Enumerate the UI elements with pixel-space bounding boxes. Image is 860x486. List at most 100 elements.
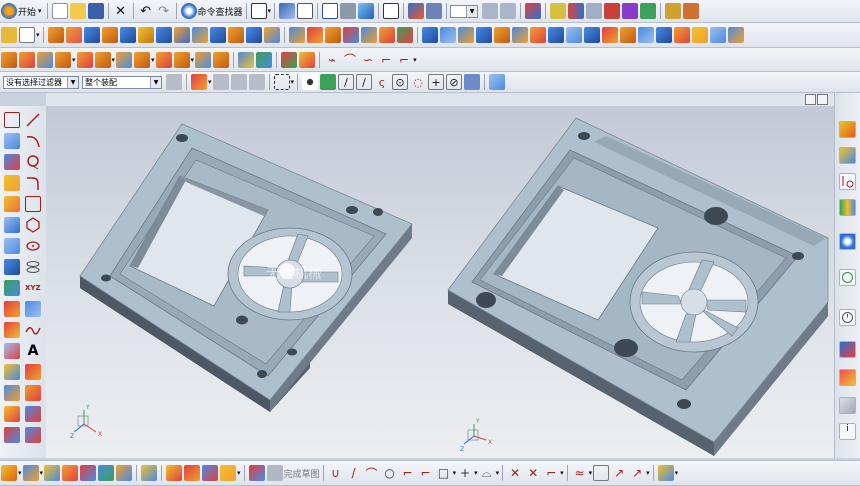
resize-face-icon[interactable] <box>619 27 636 43</box>
pocket-icon[interactable] <box>119 27 136 43</box>
sew-icon[interactable] <box>511 27 528 43</box>
bottom-tool-10-icon[interactable] <box>184 465 201 481</box>
sketch-mode-icon[interactable] <box>248 465 265 481</box>
command-finder-label[interactable]: 命令查找器 <box>198 5 243 18</box>
law-curve-icon[interactable] <box>25 301 41 317</box>
trim-body-icon[interactable] <box>421 27 438 43</box>
chevron-down-icon[interactable]: ▾ <box>453 469 457 477</box>
surface-tool-icon[interactable] <box>4 217 20 233</box>
block-icon[interactable] <box>209 27 226 43</box>
select-icon[interactable] <box>586 3 603 19</box>
delete-face-icon[interactable] <box>601 27 618 43</box>
surface-2-icon[interactable] <box>19 51 35 68</box>
snap-point-icon[interactable] <box>622 3 639 19</box>
snap-point-on-icon[interactable]: ⊘ <box>446 74 463 90</box>
bottom-tool-5-icon[interactable] <box>80 465 97 481</box>
ruled-surface-icon[interactable] <box>4 238 20 254</box>
mirror-icon[interactable] <box>378 27 395 43</box>
roles-icon[interactable] <box>839 369 856 386</box>
extend-icon[interactable] <box>4 364 20 380</box>
layer-visible-icon[interactable] <box>500 3 517 19</box>
chevron-down-icon[interactable]: ▾ <box>40 469 44 477</box>
reuse-library-icon[interactable] <box>839 199 856 216</box>
part-navigator-icon[interactable] <box>839 121 856 138</box>
layer-settings-icon[interactable] <box>482 3 499 19</box>
solid-icon[interactable] <box>709 27 726 43</box>
line-icon[interactable] <box>25 112 41 128</box>
project-icon[interactable] <box>25 364 41 380</box>
start-menu-label[interactable]: 开始 <box>18 5 36 18</box>
section-curve-icon[interactable] <box>25 385 41 401</box>
chevron-down-icon[interactable]: ▾ <box>18 469 22 477</box>
chevron-down-icon[interactable]: ▾ <box>38 7 42 15</box>
assembly-navigator-icon[interactable] <box>839 147 856 164</box>
chevron-down-icon[interactable]: ▾ <box>496 469 500 477</box>
chevron-down-icon[interactable]: ▾ <box>413 56 417 64</box>
join-curve-icon[interactable] <box>4 427 20 443</box>
bottom-tool-3-icon[interactable] <box>44 465 61 481</box>
circle-arc-icon[interactable] <box>25 154 41 170</box>
part-left[interactable]: 无忧机械 <box>79 123 413 412</box>
chevron-down-icon[interactable]: ▾ <box>112 56 116 64</box>
wcs-icon[interactable] <box>525 3 542 19</box>
snap-all-icon[interactable] <box>302 74 319 90</box>
edit-icon[interactable] <box>279 3 296 19</box>
general-select-icon[interactable] <box>191 74 207 90</box>
snap-curve-icon[interactable]: ς <box>374 74 390 90</box>
section-view-icon[interactable] <box>408 3 425 19</box>
line-tool-icon[interactable]: ⌁ <box>324 52 340 68</box>
ruler-icon[interactable] <box>665 3 682 19</box>
offset-icon[interactable] <box>4 301 20 317</box>
constraint-navigator-icon[interactable] <box>839 173 856 190</box>
move-face-icon[interactable] <box>583 27 600 43</box>
chevron-down-icon[interactable]: ▾ <box>474 469 478 477</box>
xyz-icon[interactable]: XYZ <box>25 280 41 296</box>
fillet-tool-icon[interactable]: ⌐ <box>396 52 412 68</box>
slot-icon[interactable] <box>155 27 172 43</box>
snap-face-icon[interactable] <box>464 74 481 90</box>
rectangle-tool-icon[interactable] <box>4 112 20 128</box>
bridge-icon[interactable] <box>4 343 20 359</box>
sketch-fillet-icon[interactable]: ⌐ <box>400 465 416 481</box>
chevron-down-icon[interactable]: ▾ <box>675 469 679 477</box>
sketch-arc-icon[interactable]: ⌒ <box>364 465 380 481</box>
graphics-viewport[interactable]: 无忧机械 Y X Z Y X Z <box>46 106 834 458</box>
scale-body-icon[interactable] <box>475 27 492 43</box>
display-mode-icon[interactable] <box>250 3 267 19</box>
hole-icon[interactable] <box>83 27 100 43</box>
chamfer-icon[interactable] <box>306 27 323 43</box>
cut-icon[interactable]: ✕ <box>113 3 129 19</box>
bottom-tool-6-icon[interactable] <box>98 465 115 481</box>
snap-line-icon[interactable]: / <box>338 74 355 90</box>
command-finder-icon[interactable] <box>180 3 197 19</box>
profile-icon[interactable]: ∪ <box>328 465 344 481</box>
mesh-icon[interactable] <box>4 280 20 296</box>
trim-curve-icon[interactable] <box>4 406 20 422</box>
sketch-circle-icon[interactable]: ○ <box>382 465 398 481</box>
surface-4-icon[interactable] <box>55 51 71 68</box>
chevron-down-icon[interactable]: ▾ <box>291 78 295 86</box>
cylinder-icon[interactable] <box>227 27 244 43</box>
cone-icon[interactable] <box>245 27 262 43</box>
sketch-corner-icon[interactable]: ⌐ <box>543 465 559 481</box>
process-studio-icon[interactable] <box>839 341 856 358</box>
sketch-settings-icon[interactable] <box>657 465 674 481</box>
groove-icon[interactable] <box>173 27 190 43</box>
rectangle-icon[interactable] <box>25 196 41 212</box>
datum-icon[interactable] <box>4 175 20 191</box>
sketch-line-icon[interactable]: / <box>346 465 362 481</box>
open-folder-icon[interactable] <box>69 3 86 19</box>
brush-icon[interactable] <box>683 3 700 19</box>
sketch-point-icon[interactable]: + <box>457 465 473 481</box>
boss-icon[interactable] <box>101 27 118 43</box>
intersect-curve-icon[interactable] <box>4 385 20 401</box>
surface-10-icon[interactable] <box>173 51 190 68</box>
restore-window-icon[interactable] <box>817 94 828 105</box>
surface-12-icon[interactable] <box>213 51 230 68</box>
selection-settings-icon[interactable] <box>166 74 182 90</box>
new-sheet-icon[interactable] <box>19 27 35 43</box>
chevron-down-icon[interactable]: ▾ <box>151 56 155 64</box>
replace-face-icon[interactable] <box>565 27 582 43</box>
bottom-tool-11-icon[interactable] <box>202 465 219 481</box>
thread-icon[interactable] <box>191 27 208 43</box>
